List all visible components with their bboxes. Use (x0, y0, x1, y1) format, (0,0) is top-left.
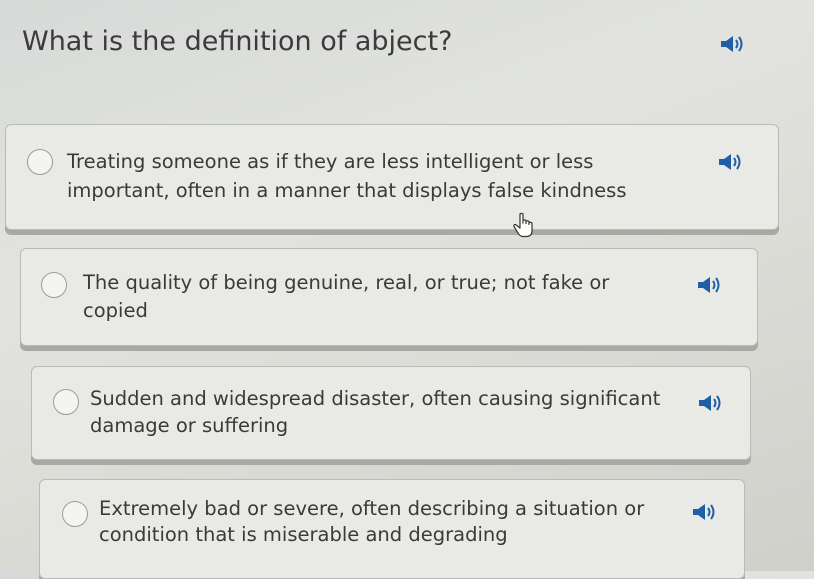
speaker-icon[interactable] (697, 275, 723, 295)
answer-text: The quality of being genuine, real, or t… (83, 271, 610, 322)
radio-button[interactable] (62, 501, 88, 527)
hand-cursor-icon (512, 212, 534, 238)
question-text: What is the definition of abject? (22, 26, 453, 57)
speaker-icon[interactable] (698, 393, 724, 413)
answer-option-2[interactable]: The quality of being genuine, real, or t… (20, 248, 758, 346)
radio-button[interactable] (53, 389, 79, 415)
answer-text: Extremely bad or severe, often describin… (99, 497, 645, 546)
radio-button[interactable] (27, 149, 53, 175)
answer-text: Sudden and widespread disaster, often ca… (90, 387, 661, 437)
radio-button[interactable] (41, 272, 67, 298)
answer-option-3[interactable]: Sudden and widespread disaster, often ca… (31, 366, 751, 460)
speaker-icon[interactable] (718, 152, 744, 172)
speaker-icon[interactable] (692, 502, 718, 522)
answer-option-1[interactable]: Treating someone as if they are less int… (5, 124, 779, 230)
speaker-icon[interactable] (720, 34, 746, 54)
answer-option-4[interactable]: Extremely bad or severe, often describin… (39, 479, 745, 579)
answer-text: Treating someone as if they are less int… (67, 150, 627, 202)
